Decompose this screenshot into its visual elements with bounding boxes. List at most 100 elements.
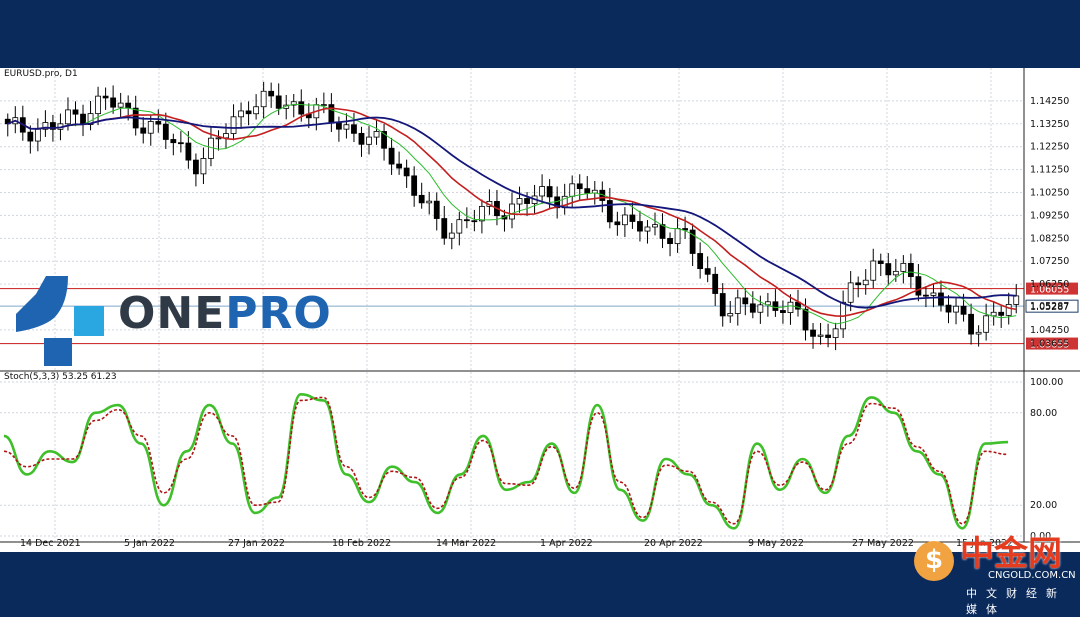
candle-body [712, 273, 719, 294]
x-tick-label: 14 Mar 2022 [436, 538, 496, 549]
candle-body [418, 194, 425, 204]
logo-pro: PRO [225, 288, 332, 339]
candle-body [719, 293, 726, 317]
stoch-main-line [3, 393, 1009, 530]
candle-body [524, 198, 530, 204]
candle-body [336, 122, 342, 130]
candle-body [637, 221, 643, 232]
candle-body [456, 219, 463, 234]
y-tick-label: 1.11250 [1030, 165, 1069, 176]
x-tick-label: 18 Feb 2022 [332, 538, 391, 549]
logo-one: ONE [118, 288, 226, 339]
candle-body [343, 124, 350, 130]
candle-body [366, 136, 372, 145]
stoch-tick-label: 100.00 [1030, 377, 1063, 388]
candle-body [953, 305, 959, 313]
candle-body [998, 311, 1005, 316]
candle-body [892, 270, 899, 276]
candle-body [298, 101, 305, 115]
y-tick-label: 1.05287 [1030, 301, 1069, 312]
candle-body [463, 219, 470, 222]
candle-body [644, 226, 651, 232]
x-tick-label: 9 May 2022 [748, 538, 804, 549]
candle-body [200, 158, 207, 175]
stoch-tick-label: 20.00 [1030, 500, 1057, 511]
candle-body [584, 188, 591, 194]
candle-body [923, 294, 929, 297]
cngold-watermark: $ 中金网 CNGOLD.COM.CN 中文财经新媒体 [914, 533, 1076, 616]
logo-square-icon [44, 338, 72, 366]
candle-body [862, 279, 869, 286]
candle-body [847, 282, 854, 303]
candle-body [621, 214, 628, 226]
candle-body [704, 268, 711, 275]
candle-body [170, 139, 177, 144]
stoch-title: Stoch(5,3,3) 53.25 61.23 [4, 372, 117, 382]
candle-body [253, 106, 260, 115]
y-tick-label: 1.12250 [1030, 142, 1069, 153]
y-tick-label: 1.04250 [1030, 325, 1069, 336]
candle-body [885, 263, 892, 276]
candle-body [968, 313, 974, 335]
x-tick-label: 14 Dec 2021 [20, 538, 81, 549]
candle-body [990, 311, 997, 317]
candle-body [441, 218, 448, 239]
candle-body [396, 163, 403, 169]
y-tick-label: 1.13250 [1030, 119, 1069, 130]
candle-body [65, 109, 71, 125]
candle-body [95, 95, 101, 115]
y-tick-label: 1.14250 [1030, 96, 1069, 107]
x-tick-label: 5 Jan 2022 [124, 538, 175, 549]
candle-body [855, 282, 862, 286]
candle-body [238, 110, 244, 118]
candle-body [34, 128, 41, 142]
candle-body [1013, 295, 1020, 305]
y-tick-label: 1.09250 [1030, 210, 1069, 221]
candle-body [832, 328, 839, 338]
candle-body [388, 147, 395, 165]
candle-body [72, 109, 79, 115]
y-tick-label: 1.07250 [1030, 256, 1069, 267]
candle-body [787, 301, 794, 313]
candle-body [215, 137, 222, 140]
cngold-logo-icon: $ [914, 541, 954, 581]
candle-body [930, 292, 937, 296]
candle-body [509, 203, 515, 220]
candle-body [546, 186, 553, 198]
candle-body [576, 183, 583, 190]
candle-body [614, 221, 621, 226]
candle-body [697, 253, 704, 270]
stochastic-oscillator [3, 393, 1009, 530]
x-tick-label: 27 Jan 2022 [228, 538, 285, 549]
candle-body [426, 200, 433, 204]
candle-body [268, 90, 275, 97]
candle-body [351, 124, 357, 134]
candle-body [900, 262, 907, 272]
symbol-title: EURUSD.pro, D1 [4, 69, 78, 79]
candle-body [177, 142, 184, 145]
candle-body [117, 102, 124, 108]
candle-body [403, 167, 410, 177]
candle-body [606, 200, 613, 223]
watermark-subtitle: 中文财经新媒体 [966, 587, 1066, 616]
logo-swoosh-icon [16, 276, 68, 332]
candle-body [155, 121, 162, 125]
candle-body [147, 121, 154, 134]
watermark-name: 中金网 [960, 534, 1062, 574]
candle-body [825, 334, 831, 338]
candle-body [749, 303, 756, 313]
candle-body [110, 97, 117, 108]
candle-body [448, 232, 455, 239]
candle-body [907, 262, 914, 278]
candle-body [975, 331, 982, 335]
candle-body [810, 329, 816, 337]
candle-body [275, 95, 282, 109]
candle-body [245, 110, 252, 115]
y-tick-label: 1.10250 [1030, 188, 1069, 199]
candle-body [667, 238, 673, 245]
candle-body [652, 224, 658, 228]
watermark-url: CNGOLD.COM.CN [988, 570, 1076, 581]
candle-body [140, 127, 147, 134]
candle-body [27, 131, 34, 142]
candle-body [802, 308, 809, 331]
